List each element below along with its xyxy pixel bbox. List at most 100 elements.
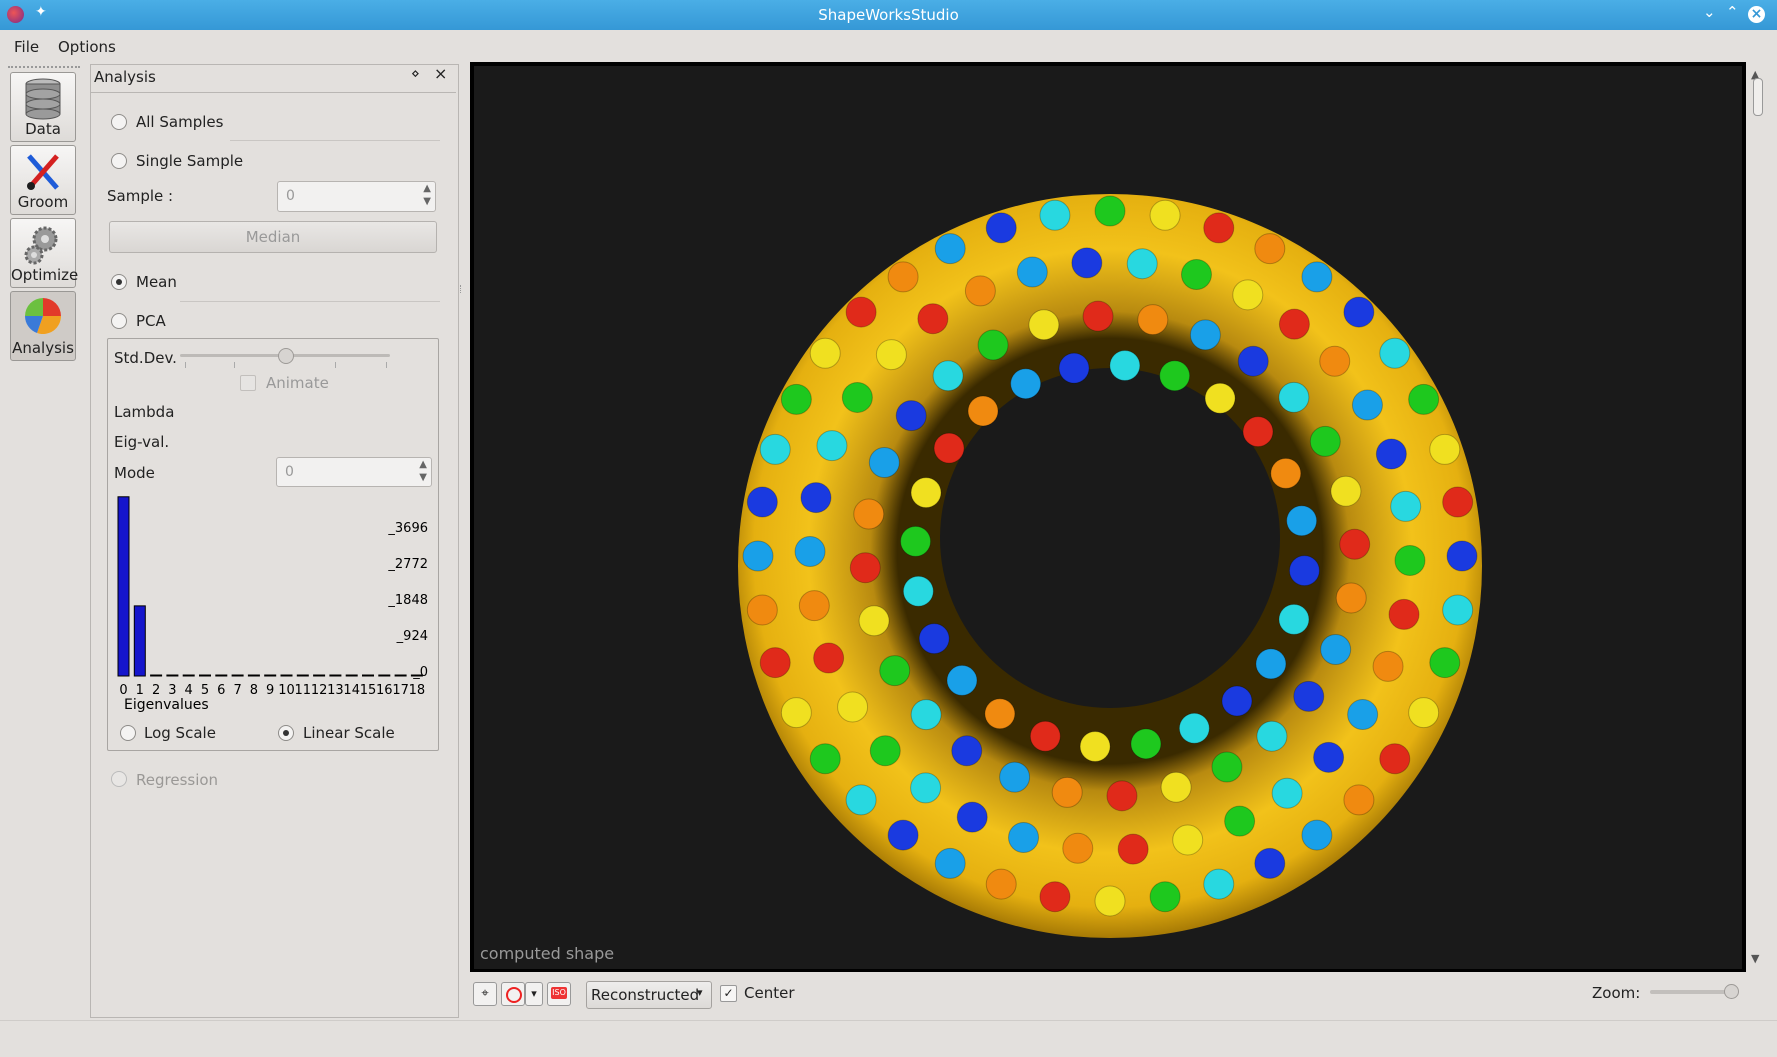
toolbar-grip[interactable]	[8, 66, 80, 71]
status-bar	[0, 1020, 1777, 1057]
particle-sphere	[1028, 309, 1060, 341]
scrollbar-thumb[interactable]	[1753, 78, 1763, 116]
particle-sphere	[1379, 337, 1411, 369]
median-button[interactable]: Median	[109, 221, 437, 253]
single-sample-radio[interactable]	[111, 153, 127, 169]
all-samples-radio[interactable]	[111, 114, 127, 130]
iso-label: ISO	[551, 987, 567, 999]
animate-label[interactable]: Animate	[266, 374, 329, 392]
window-title: ShapeWorksStudio	[818, 6, 959, 24]
display-mode-select[interactable]: Reconstructed ▾	[586, 981, 712, 1009]
mode-spinbox[interactable]: 0 ▲ ▼	[276, 457, 432, 487]
data-tool-button[interactable]: Data	[10, 72, 76, 142]
particle-sphere	[1293, 680, 1325, 712]
x-tick-label: 8	[250, 683, 258, 698]
particle-sphere	[879, 655, 911, 687]
particle-sphere	[1221, 685, 1253, 717]
log-scale-label[interactable]: Log Scale	[144, 724, 216, 742]
groom-tool-button[interactable]: Groom	[10, 145, 76, 215]
close-panel-icon[interactable]: ×	[434, 64, 447, 83]
particle-sphere	[853, 498, 885, 530]
pca-label[interactable]: PCA	[136, 312, 166, 330]
linear-scale-label[interactable]: Linear Scale	[303, 724, 395, 742]
chevron-down-icon: ▾	[697, 986, 703, 999]
particle-sphere	[977, 329, 1009, 361]
eigenvalue-bar	[296, 674, 309, 677]
particle-sphere	[780, 697, 812, 729]
auto-view-icon[interactable]: ⌖	[473, 982, 497, 1006]
minimize-icon[interactable]: ⌄	[1703, 3, 1716, 21]
splitter-handle[interactable]	[460, 285, 464, 293]
all-samples-label[interactable]: All Samples	[136, 113, 223, 131]
mean-radio[interactable]	[111, 274, 127, 290]
float-panel-icon[interactable]: ⋄	[411, 66, 420, 82]
particle-sphere	[1375, 438, 1407, 470]
pca-radio[interactable]	[111, 313, 127, 329]
particle-sphere	[1094, 195, 1126, 227]
particle-sphere	[1051, 776, 1083, 808]
regression-radio[interactable]	[111, 771, 127, 787]
eigenvalue-bar	[199, 674, 211, 677]
eigenvalue-bar	[362, 674, 374, 677]
center-label[interactable]: Center	[744, 984, 795, 1002]
3d-viewport[interactable]: computed shape	[474, 66, 1742, 969]
particle-sphere	[1343, 296, 1375, 328]
x-tick-label: 6	[217, 683, 225, 698]
log-scale-radio[interactable]	[120, 725, 136, 741]
tools-icon	[27, 154, 59, 190]
particle-sphere	[1254, 233, 1286, 265]
particle-sphere	[887, 261, 919, 293]
particle-sphere	[999, 761, 1031, 793]
eigenvalue-bar	[133, 605, 146, 677]
particle-sphere	[1254, 847, 1286, 879]
gears-icon	[24, 226, 58, 265]
linear-scale-radio[interactable]	[278, 725, 294, 741]
optimize-tool-button[interactable]: Optimize	[10, 218, 78, 288]
mean-label[interactable]: Mean	[136, 273, 177, 291]
close-window-button[interactable]: ×	[1748, 6, 1765, 23]
sample-spinbox[interactable]: 0 ▲ ▼	[277, 181, 436, 212]
menu-options[interactable]: Options	[58, 38, 116, 56]
regression-label[interactable]: Regression	[136, 771, 218, 789]
particle-sphere	[1180, 258, 1212, 290]
eigenvalue-bar	[166, 674, 179, 677]
animate-checkbox[interactable]	[240, 375, 256, 391]
x-tick-label: 18	[409, 683, 426, 698]
particle-sphere	[1408, 697, 1440, 729]
particle-sphere	[1016, 256, 1048, 288]
spin-arrows-icon[interactable]: ▲ ▼	[423, 182, 431, 208]
eigenvalue-bar	[215, 674, 228, 677]
single-sample-label[interactable]: Single Sample	[136, 152, 243, 170]
particle-sphere	[918, 623, 950, 655]
particle-sphere	[934, 847, 966, 879]
x-tick-label: 13	[327, 683, 344, 698]
maximize-icon[interactable]: ⌃	[1726, 3, 1739, 21]
particle-sphere	[910, 699, 942, 731]
particle-sphere	[1379, 743, 1411, 775]
particle-sphere	[837, 691, 869, 723]
center-checkbox[interactable]: ✓	[720, 985, 737, 1002]
scroll-down-icon[interactable]: ▼	[1751, 952, 1759, 965]
view-mode-dropdown-icon[interactable]: ▾	[525, 982, 543, 1006]
display-mode-value: Reconstructed	[591, 986, 700, 1004]
mode-spin-arrows-icon[interactable]: ▲ ▼	[419, 458, 427, 484]
particle-sphere	[1130, 728, 1162, 760]
particle-sphere	[1203, 212, 1235, 244]
analysis-tool-label: Analysis	[12, 339, 74, 357]
zoom-slider-handle[interactable]	[1724, 984, 1739, 999]
menu-file[interactable]: File	[14, 38, 39, 56]
particle-sphere	[869, 735, 901, 767]
sample-spinbox-value: 0	[286, 188, 295, 204]
particle-sphere	[887, 819, 919, 851]
analysis-tool-button[interactable]: Analysis	[10, 291, 76, 361]
view-mode-icon[interactable]	[501, 982, 525, 1006]
iso-surface-icon[interactable]: ISO	[547, 982, 571, 1006]
particle-sphere	[1178, 712, 1210, 744]
y-tick-label: _2772	[387, 557, 428, 572]
particle-sphere	[985, 212, 1017, 244]
particle-sphere	[1224, 805, 1256, 837]
zoom-slider-track[interactable]	[1650, 990, 1735, 994]
particle-sphere	[1286, 505, 1318, 537]
viewport-scrollbar[interactable]: ▲ ▼	[1750, 68, 1766, 970]
x-tick-label: 16	[376, 683, 393, 698]
